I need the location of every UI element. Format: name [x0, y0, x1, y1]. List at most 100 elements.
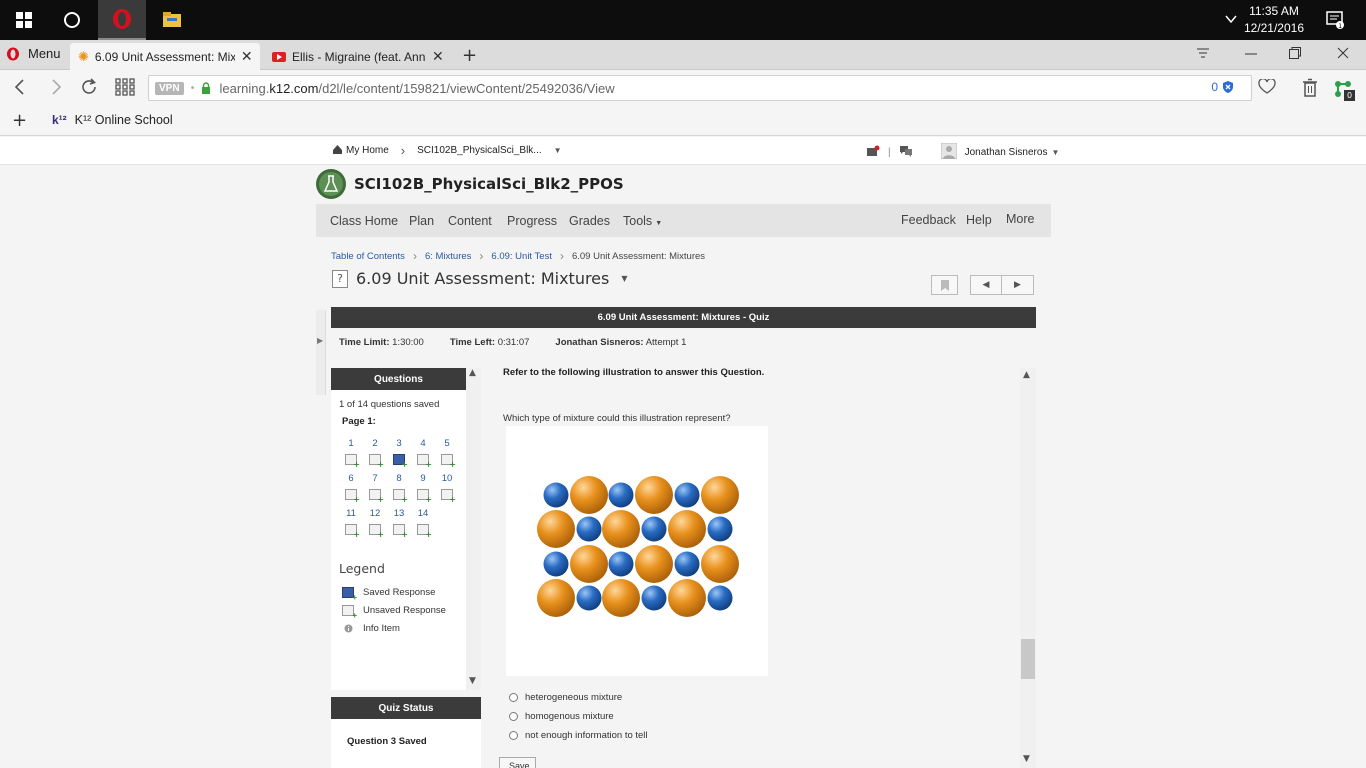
update-alerts-icon[interactable]	[866, 145, 880, 160]
question-number: 8	[396, 473, 402, 484]
tray-chevron-up-icon[interactable]	[1224, 12, 1238, 26]
taskbar-clock[interactable]: 11:35 AM 12/21/2016	[1244, 3, 1304, 37]
back-arrow-icon[interactable]	[12, 78, 28, 101]
question-link-13[interactable]: 13	[387, 508, 411, 539]
unsaved-response-icon	[345, 489, 360, 504]
questions-header: Questions	[331, 368, 466, 390]
nav-feedback[interactable]: Feedback	[901, 213, 956, 227]
question-link-4[interactable]: 4	[411, 438, 435, 469]
nav-progress[interactable]: Progress	[507, 214, 557, 228]
opera-menu-button[interactable]: Menu	[6, 46, 61, 61]
question-link-12[interactable]: 12	[363, 508, 387, 539]
nav-tools-label: Tools	[623, 214, 653, 228]
tab-menu-icon[interactable]	[1196, 46, 1210, 64]
restore-icon[interactable]	[1288, 46, 1302, 64]
chevron-down-icon[interactable]: ▼	[1051, 148, 1059, 157]
user-name-label[interactable]: Jonathan Sisneros	[965, 147, 1048, 158]
vpn-badge[interactable]: VPN	[155, 81, 184, 95]
cortana-button[interactable]	[48, 0, 96, 40]
small-blue-particle	[608, 482, 634, 508]
question-link-14[interactable]: 14	[411, 508, 435, 539]
messages-icon[interactable]	[899, 145, 913, 160]
tab-unit-assessment[interactable]: ✺ 6.09 Unit Assessment: Mixtures ✕	[70, 43, 260, 70]
windows-start-button[interactable]	[0, 0, 48, 40]
nav-plan[interactable]: Plan	[409, 214, 434, 228]
previous-topic-button[interactable]: ◀	[970, 275, 1002, 295]
minibar-user-area: | Jonathan Sisneros ▼	[866, 142, 1059, 162]
scroll-up-icon[interactable]: ▲	[1023, 370, 1030, 380]
my-home-link[interactable]: My Home	[346, 145, 389, 156]
url-field[interactable]: VPN • learning.k12.com/d2l/le/content/15…	[148, 75, 1252, 101]
course-selector-link[interactable]: SCI102B_PhysicalSci_Blk...	[417, 145, 542, 156]
ad-blocker-indicator[interactable]: 0	[1211, 80, 1235, 94]
save-button[interactable]: Save	[499, 757, 536, 768]
question-link-3[interactable]: 3	[387, 438, 411, 469]
radio-button[interactable]	[509, 693, 518, 702]
content-scrollbar-thumb[interactable]	[1021, 639, 1035, 679]
question-link-11[interactable]: 11	[339, 508, 363, 539]
nav-tools[interactable]: Tools ▼	[623, 214, 662, 228]
new-tab-plus-icon[interactable]: +	[462, 45, 477, 66]
question-link-2[interactable]: 2	[363, 438, 387, 469]
small-blue-particle	[674, 551, 700, 577]
breadcrumb-mixtures[interactable]: 6: Mixtures	[425, 251, 471, 262]
bookmark-button[interactable]	[931, 275, 958, 295]
question-link-9[interactable]: 9	[411, 473, 435, 504]
k12-favicon-icon: ✺	[78, 48, 89, 64]
nav-class-home[interactable]: Class Home	[330, 214, 398, 228]
radio-button[interactable]	[509, 731, 518, 740]
bookmark-k12-online-school[interactable]: k¹² K¹² Online School	[52, 113, 173, 127]
course-title[interactable]: SCI102B_PhysicalSci_Blk2_PPOS	[354, 175, 624, 193]
side-panel-toggle[interactable]: ▶	[316, 310, 326, 395]
question-link-8[interactable]: 8	[387, 473, 411, 504]
answer-heterogeneous[interactable]: heterogeneous mixture	[509, 692, 648, 703]
opera-logo-icon	[7, 47, 19, 60]
add-bookmark-plus-icon[interactable]: +	[12, 110, 27, 131]
answer-homogenous[interactable]: homogenous mixture	[509, 711, 648, 722]
minimize-icon[interactable]	[1244, 46, 1258, 64]
nav-more[interactable]: More	[1006, 212, 1034, 226]
answer-not-enough-info[interactable]: not enough information to tell	[509, 730, 648, 741]
action-center-icon[interactable]: 1	[1326, 11, 1344, 29]
question-link-10[interactable]: 10	[435, 473, 459, 504]
heart-bookmark-icon[interactable]	[1258, 78, 1276, 100]
scroll-up-icon[interactable]: ▲	[469, 368, 476, 378]
breadcrumb-unit-test[interactable]: 6.09: Unit Test	[491, 251, 552, 262]
url-prefix: learning.	[219, 80, 270, 96]
lock-icon[interactable]	[201, 82, 211, 94]
question-number: 13	[393, 508, 405, 519]
extension-icon[interactable]: 0	[1332, 78, 1356, 107]
breadcrumb-table-of-contents[interactable]: Table of Contents	[331, 251, 405, 262]
taskbar-opera-button[interactable]	[98, 0, 146, 40]
chevron-down-icon[interactable]: ▼	[621, 274, 627, 283]
nav-help[interactable]: Help	[966, 213, 992, 227]
question-link-6[interactable]: 6	[339, 473, 363, 504]
unsaved-response-icon	[417, 454, 432, 469]
saved-response-icon	[393, 454, 408, 469]
forward-arrow-icon[interactable]	[48, 78, 64, 101]
tab-close-icon[interactable]: ✕	[241, 48, 253, 65]
tab-close-icon[interactable]: ✕	[432, 48, 444, 65]
windows-logo-icon	[16, 12, 32, 28]
tab-youtube-music[interactable]: Ellis - Migraine (feat. Anna ✕	[264, 43, 454, 70]
chevron-down-icon: ▼	[655, 220, 663, 227]
svg-text:1: 1	[1338, 23, 1342, 29]
question-link-1[interactable]: 1	[339, 438, 363, 469]
question-link-5[interactable]: 5	[435, 438, 459, 469]
scroll-down-icon[interactable]: ▼	[1023, 754, 1030, 764]
nav-content[interactable]: Content	[448, 214, 492, 228]
questions-panel-scrollbar[interactable]: ▲ ▼	[466, 368, 481, 690]
next-topic-button[interactable]: ▶	[1002, 275, 1034, 295]
avatar[interactable]	[940, 142, 958, 162]
content-scrollbar[interactable]: ▲ ▼	[1020, 368, 1036, 768]
question-link-7[interactable]: 7	[363, 473, 387, 504]
speed-dial-grid-icon[interactable]	[115, 78, 135, 101]
close-window-icon[interactable]	[1336, 46, 1350, 64]
chevron-down-icon[interactable]: ▼	[554, 146, 562, 155]
reload-icon[interactable]	[80, 78, 98, 101]
trash-icon[interactable]	[1302, 78, 1318, 103]
radio-button[interactable]	[509, 712, 518, 721]
scroll-down-icon[interactable]: ▼	[469, 676, 476, 686]
nav-grades[interactable]: Grades	[569, 214, 610, 228]
taskbar-file-explorer-button[interactable]	[148, 0, 196, 40]
